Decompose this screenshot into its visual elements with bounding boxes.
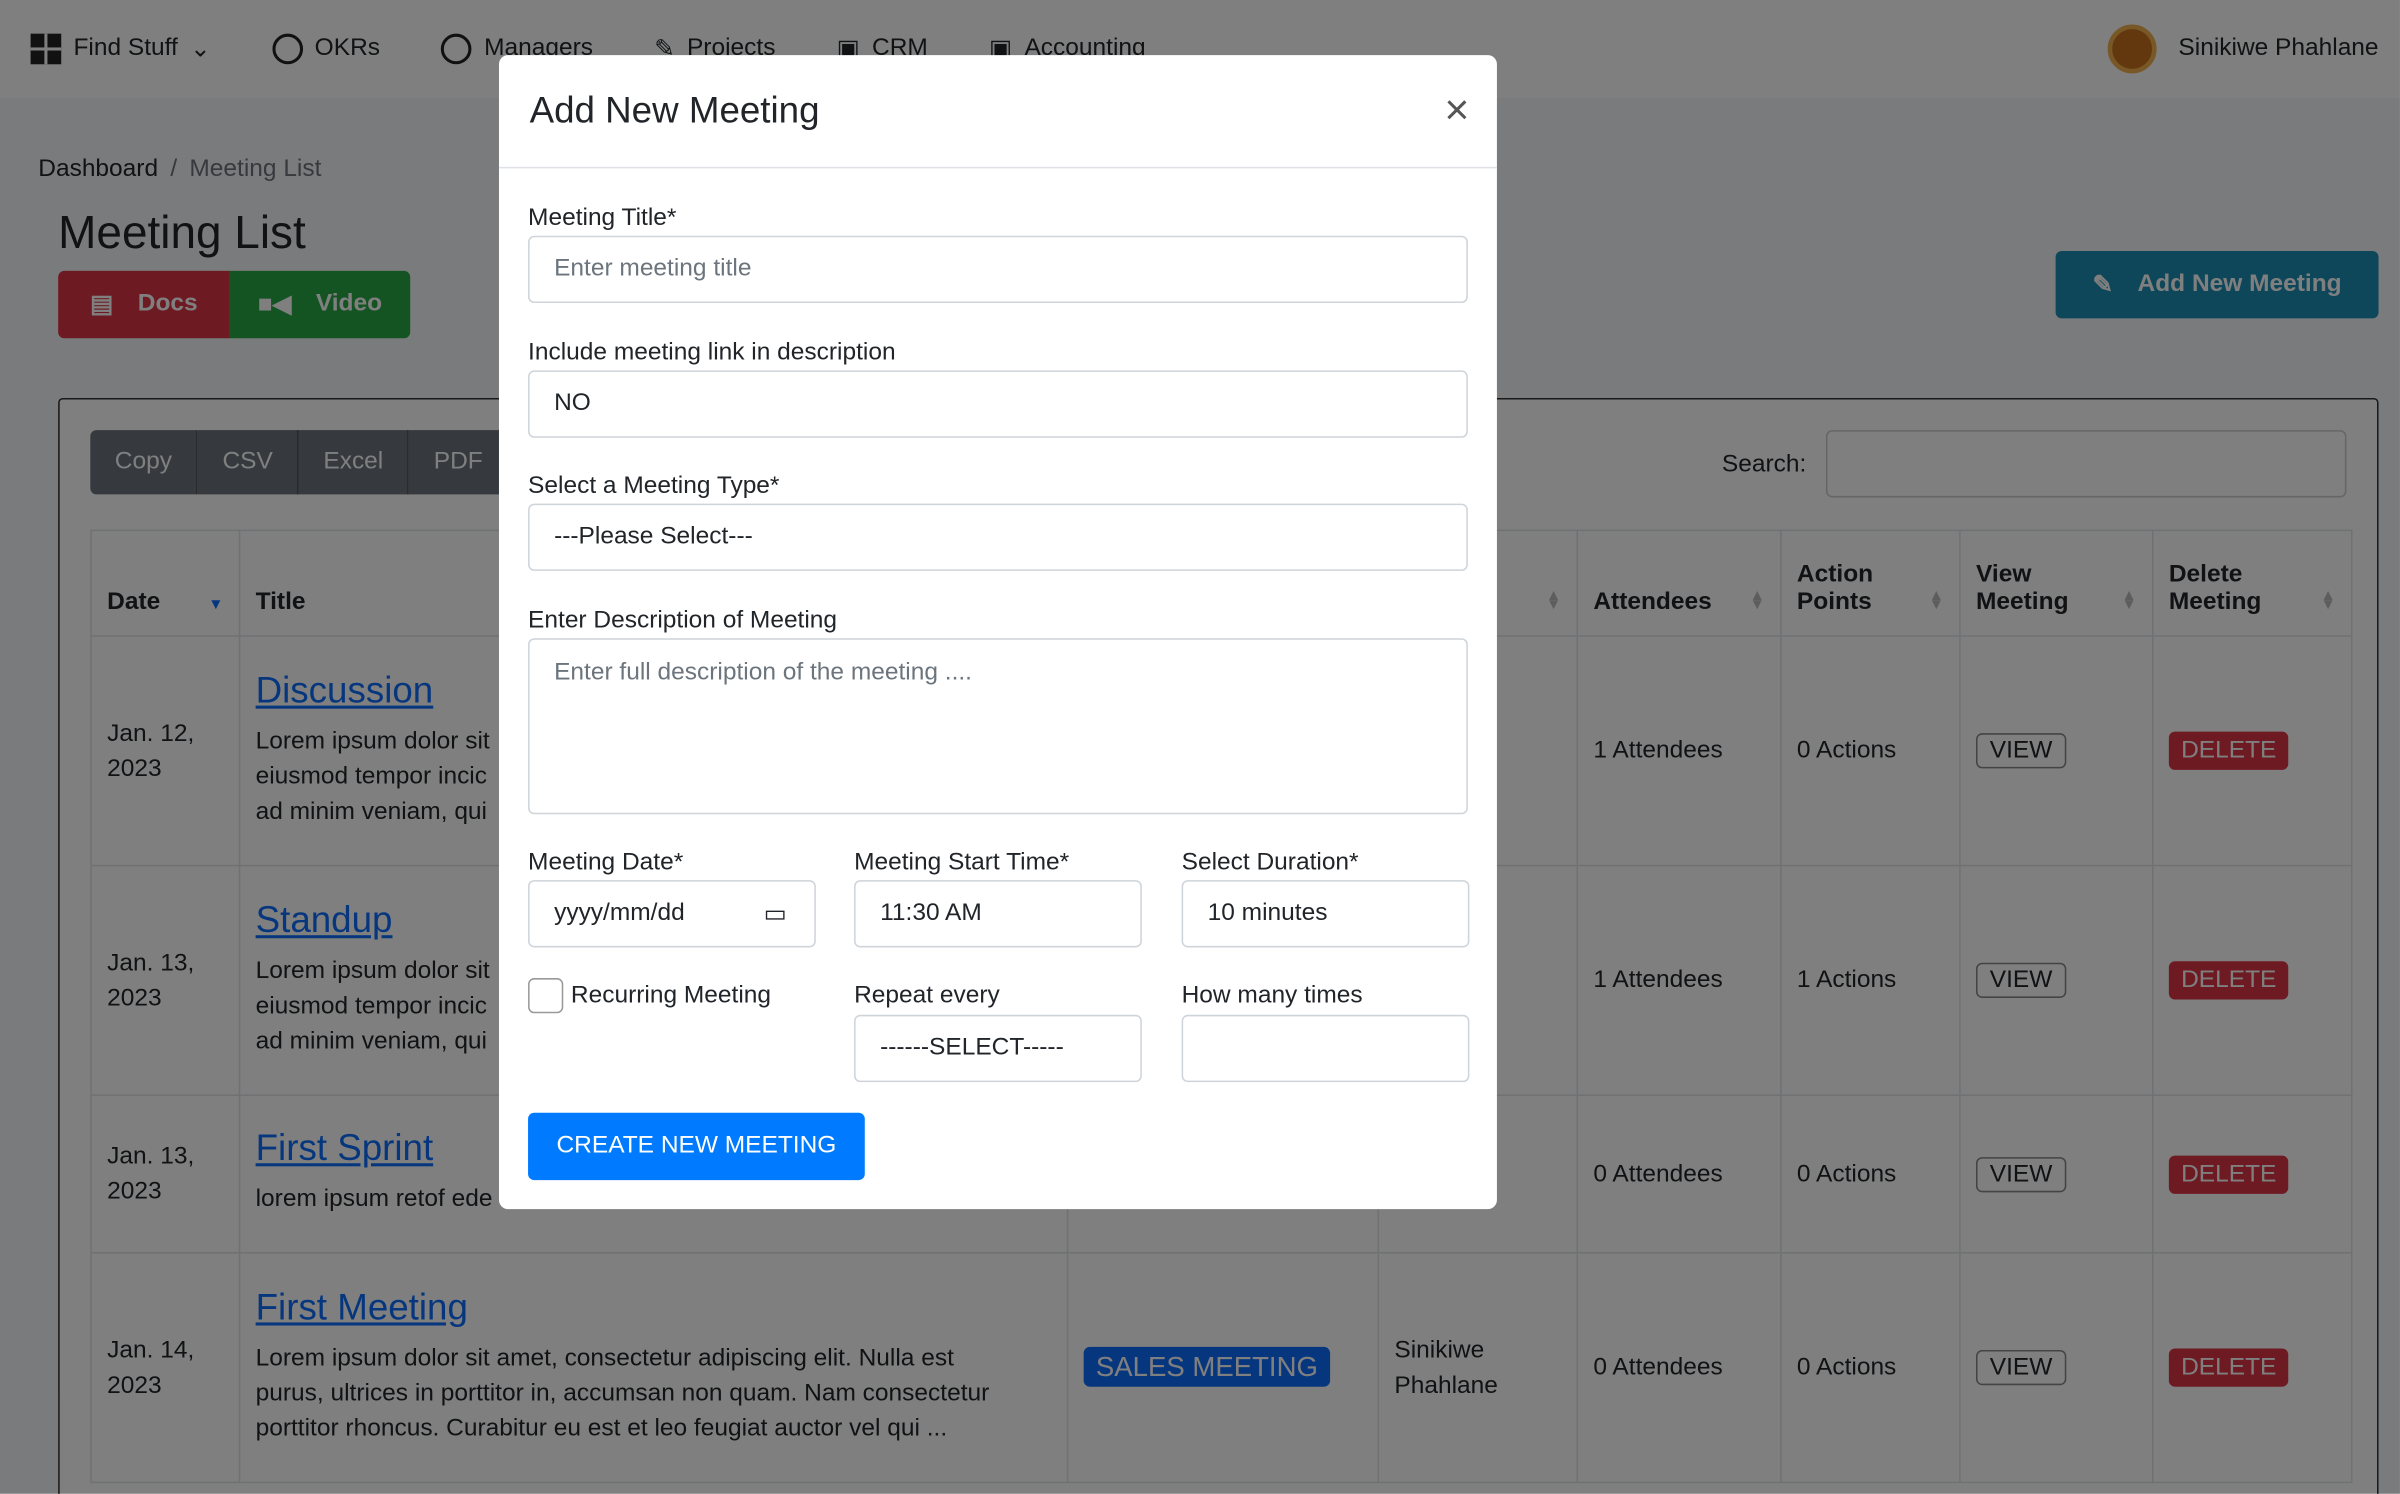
meeting-date-input[interactable]: yyyy/mm/dd ▭ bbox=[528, 880, 816, 948]
close-icon[interactable]: × bbox=[1444, 88, 1469, 131]
recurring-checkbox[interactable] bbox=[528, 978, 564, 1014]
add-meeting-modal: Add New Meeting × Meeting Title* Enter m… bbox=[498, 55, 1497, 1210]
start-time-input[interactable]: 11:30 AM bbox=[854, 880, 1142, 948]
create-meeting-button[interactable]: CREATE NEW MEETING bbox=[528, 1112, 865, 1181]
meeting-title-input[interactable]: Enter meeting title bbox=[528, 235, 1468, 304]
include-link-select[interactable]: NO bbox=[528, 370, 1468, 438]
how-many-times-input[interactable] bbox=[1181, 1014, 1470, 1083]
calendar-icon[interactable]: ▭ bbox=[764, 898, 787, 929]
modal-title: Add New Meeting bbox=[498, 55, 1497, 169]
meeting-type-select[interactable]: ---Please Select--- bbox=[528, 503, 1468, 571]
repeat-every-select[interactable]: ------SELECT----- bbox=[854, 1014, 1142, 1083]
description-textarea[interactable]: Enter full description of the meeting ..… bbox=[528, 638, 1468, 815]
duration-select[interactable]: 10 minutes bbox=[1181, 880, 1470, 948]
